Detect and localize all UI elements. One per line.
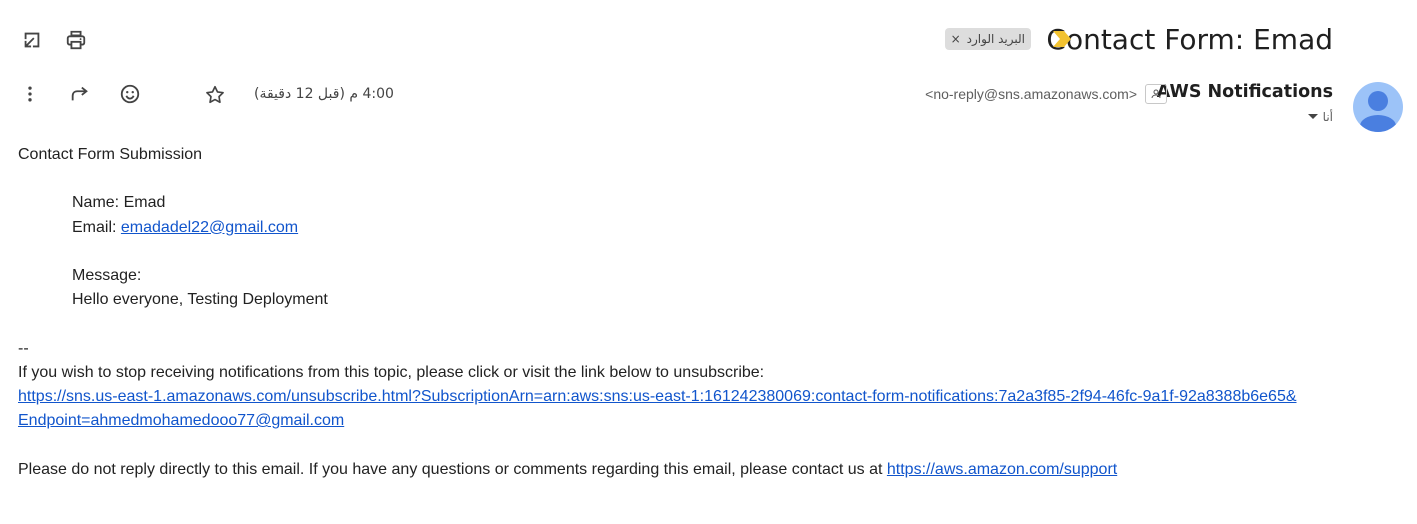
inbox-label-chip[interactable]: البريد الوارد × — [944, 28, 1031, 50]
sender-name[interactable]: AWS Notifications — [1157, 82, 1333, 102]
open-in-new-window-icon — [24, 32, 40, 48]
body-heading: Contact Form Submission — [18, 146, 203, 163]
print-icon — [66, 30, 86, 50]
chevron-down-icon — [1307, 114, 1318, 119]
recipient-label: أنا — [1322, 110, 1333, 124]
unsubscribe-intro: If you wish to stop receiving notificati… — [18, 363, 765, 381]
more-options-button[interactable] — [10, 74, 50, 114]
star-button[interactable] — [195, 75, 235, 115]
body-email-label: Email: — [72, 218, 121, 236]
open-in-new-window-button[interactable] — [12, 20, 52, 60]
forward-icon — [71, 86, 88, 101]
message-timestamp[interactable]: 4:00 م (قبل 12 دقيقة) — [254, 86, 394, 102]
more-vert-icon — [28, 86, 32, 102]
star-icon — [206, 85, 224, 104]
body-email-link[interactable]: emadadel22@gmail.com — [121, 219, 298, 236]
email-body: Contact Form Submission Name: Emad Email… — [18, 143, 1398, 482]
print-button[interactable] — [56, 20, 96, 60]
body-separator: -- — [18, 339, 29, 357]
footer-line: Please do not reply directly to this ema… — [18, 458, 1398, 482]
body-message-text: Hello everyone, Testing Deployment — [72, 291, 328, 309]
unsubscribe-link-part2[interactable]: Endpoint=ahmedmohamedooo77@gmail.com — [18, 412, 344, 429]
sender-details-icon[interactable] — [1145, 84, 1167, 104]
remove-label-button[interactable]: × — [951, 32, 961, 46]
inbox-label-text: البريد الوارد — [966, 32, 1025, 46]
email-subject: Contact Form: Emad — [1046, 23, 1333, 56]
body-name-line: Name: Emad — [72, 194, 166, 212]
recipient-details[interactable]: أنا — [1307, 110, 1333, 124]
sender-email: <no-reply@sns.amazonaws.com> — [925, 86, 1137, 102]
avatar — [1353, 82, 1403, 132]
support-link[interactable]: https://aws.amazon.com/support — [887, 461, 1117, 478]
unsubscribe-link-part1[interactable]: https://sns.us-east-1.amazonaws.com/unsu… — [18, 388, 1297, 405]
body-email-line: Email: emadadel22@gmail.com — [72, 216, 1398, 240]
body-message-label: Message: — [72, 266, 142, 284]
forward-button[interactable] — [60, 74, 100, 114]
add-reaction-button[interactable] — [110, 74, 150, 114]
emoji-icon — [120, 84, 140, 104]
footer-text: Please do not reply directly to this ema… — [18, 460, 887, 478]
important-marker-icon[interactable] — [1053, 31, 1071, 52]
